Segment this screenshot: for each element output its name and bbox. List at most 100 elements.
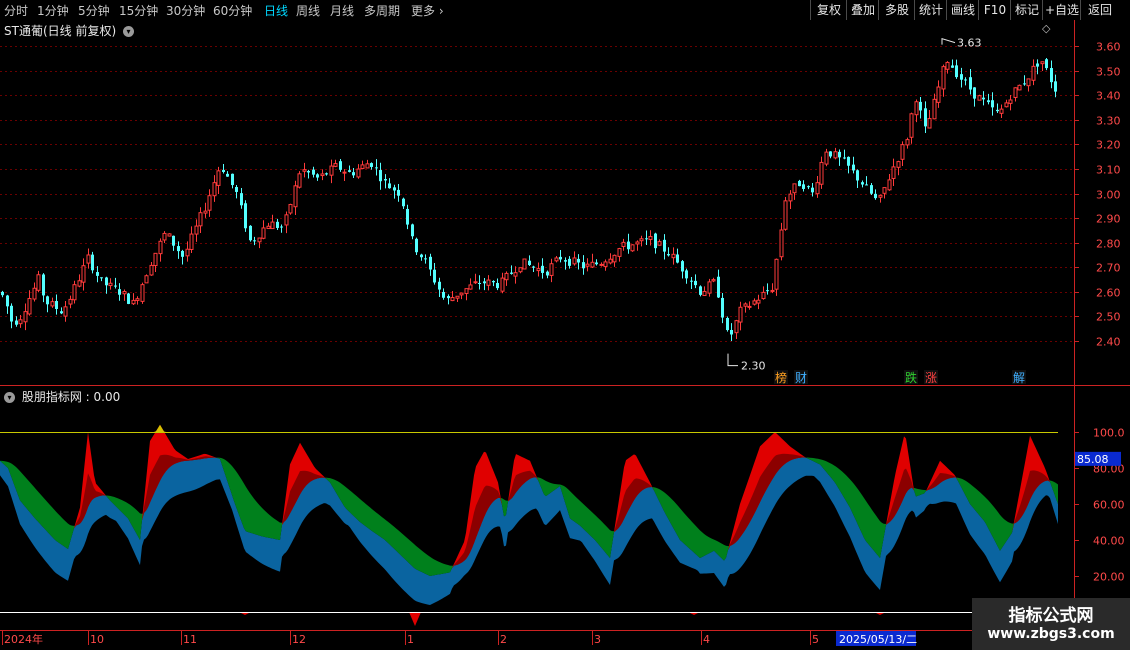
toolbar-action-8[interactable]: 返回 bbox=[1080, 0, 1119, 20]
candle-body bbox=[870, 185, 873, 194]
candle-body bbox=[676, 254, 679, 263]
candle-body bbox=[492, 281, 495, 283]
candle-body bbox=[420, 254, 423, 258]
toolbar-action-2[interactable]: 多股 bbox=[878, 0, 915, 20]
candle-body bbox=[375, 167, 378, 169]
candle-body bbox=[991, 100, 994, 108]
candle-body bbox=[761, 291, 766, 300]
candle-body bbox=[424, 258, 427, 260]
toolbar-action-4[interactable]: 画线 bbox=[946, 0, 979, 20]
period-tab-3[interactable]: 15分钟 bbox=[119, 2, 158, 19]
candle-body bbox=[96, 272, 99, 276]
candle-body bbox=[648, 236, 653, 240]
candle-body bbox=[1, 291, 4, 296]
candle-body bbox=[6, 295, 9, 307]
candle-body bbox=[55, 301, 58, 309]
candle-body bbox=[599, 263, 604, 266]
candle-body bbox=[411, 224, 414, 237]
time-axis-label: 10 bbox=[90, 633, 104, 646]
chevron-down-circle-icon[interactable]: ▾ bbox=[122, 26, 134, 37]
candle-body bbox=[288, 203, 293, 214]
toolbar-action-6[interactable]: 标记 bbox=[1010, 0, 1043, 20]
candle-body bbox=[68, 298, 73, 305]
candle-body bbox=[153, 252, 158, 267]
candle-body bbox=[932, 98, 937, 120]
candle-body bbox=[730, 329, 733, 335]
candle-body bbox=[608, 258, 613, 264]
period-tab-9[interactable]: 多周期 bbox=[364, 2, 400, 19]
toolbar-action-0[interactable]: 复权 bbox=[810, 0, 847, 20]
candle-body bbox=[969, 77, 972, 90]
candle-body bbox=[316, 174, 319, 178]
candle-body bbox=[118, 289, 121, 295]
period-tab-2[interactable]: 5分钟 bbox=[78, 2, 110, 19]
chevron-down-circle-icon[interactable]: ▾ bbox=[4, 392, 15, 403]
candle-body bbox=[829, 151, 832, 157]
candle-body bbox=[852, 164, 855, 171]
candle-body bbox=[973, 87, 976, 99]
candle-body bbox=[231, 173, 234, 186]
candle-body bbox=[370, 163, 373, 167]
period-tab-4[interactable]: 30分钟 bbox=[166, 2, 205, 19]
time-axis-label: 1 bbox=[407, 633, 414, 646]
candle-body bbox=[815, 182, 820, 195]
candle-body bbox=[293, 185, 298, 208]
period-tab-10[interactable]: 更多 › bbox=[411, 2, 444, 19]
price-axis-label: 3.30 bbox=[1096, 115, 1121, 128]
toolbar-action-5[interactable]: F10 bbox=[978, 0, 1011, 20]
price-axis-label: 3.10 bbox=[1096, 164, 1121, 177]
candle-body bbox=[702, 290, 707, 297]
candle-body bbox=[1054, 81, 1057, 92]
candle-body bbox=[541, 265, 544, 273]
time-axis-label: 5 bbox=[812, 633, 819, 646]
candle-body bbox=[663, 239, 666, 252]
candle-body bbox=[15, 320, 18, 325]
price-axis-label: 3.50 bbox=[1096, 66, 1121, 79]
diamond-icon[interactable]: ◇ bbox=[1042, 22, 1050, 35]
candle-body bbox=[302, 169, 307, 172]
period-tab-1[interactable]: 1分钟 bbox=[37, 2, 69, 19]
candle-body bbox=[483, 281, 486, 284]
period-tab-6[interactable]: 日线 bbox=[264, 2, 288, 19]
candle-body bbox=[342, 171, 347, 174]
toolbar-action-3[interactable]: 统计 bbox=[914, 0, 947, 20]
candle-body bbox=[504, 272, 509, 281]
candle-body bbox=[788, 193, 793, 202]
candle-body bbox=[257, 237, 262, 243]
candle-body bbox=[307, 171, 310, 173]
candle-body bbox=[617, 248, 622, 257]
period-tab-0[interactable]: 分时 bbox=[4, 2, 28, 19]
time-axis-label: 2024年 bbox=[4, 632, 43, 646]
candle-body bbox=[847, 156, 850, 166]
candle-body bbox=[149, 264, 154, 276]
toolbar-action-1[interactable]: 叠加 bbox=[846, 0, 879, 20]
candle-body bbox=[951, 65, 954, 68]
period-tab-8[interactable]: 月线 bbox=[330, 2, 354, 19]
period-tab-5[interactable]: 60分钟 bbox=[213, 2, 252, 19]
candle-body bbox=[276, 221, 279, 228]
candle-body bbox=[824, 151, 829, 165]
candle-body bbox=[280, 226, 283, 228]
price-axis-label: 2.70 bbox=[1096, 262, 1121, 275]
candle-body bbox=[1017, 84, 1022, 91]
candle-body bbox=[496, 282, 499, 289]
candle-body bbox=[240, 193, 243, 206]
indicator-title-bar: ▾ 股朋指标网 : 0.00 bbox=[4, 388, 120, 405]
price-axis-label: 2.60 bbox=[1096, 287, 1121, 300]
candle-body bbox=[568, 258, 571, 266]
candle-body bbox=[977, 95, 982, 101]
candle-body bbox=[882, 187, 887, 194]
candle-body bbox=[464, 288, 469, 294]
period-tab-7[interactable]: 周线 bbox=[296, 2, 320, 19]
candle-body bbox=[212, 182, 217, 197]
candle-body bbox=[500, 277, 505, 292]
toolbar-action-7[interactable]: +自选 bbox=[1042, 0, 1081, 20]
candle-body bbox=[595, 262, 598, 265]
stock-title: ST通葡(日线 前复权) bbox=[4, 24, 117, 38]
candle-body bbox=[329, 165, 334, 176]
chart-area[interactable]: 3.63 2.30 榜财 跌涨 解 3.60 3.50 3.40 3.30 3.20 3.10 3.… bbox=[0, 20, 1130, 650]
candle-body bbox=[18, 319, 23, 325]
candle-body bbox=[433, 269, 436, 283]
indicator-axis-label: 40.00 bbox=[1093, 535, 1125, 548]
candle-body bbox=[415, 238, 418, 253]
